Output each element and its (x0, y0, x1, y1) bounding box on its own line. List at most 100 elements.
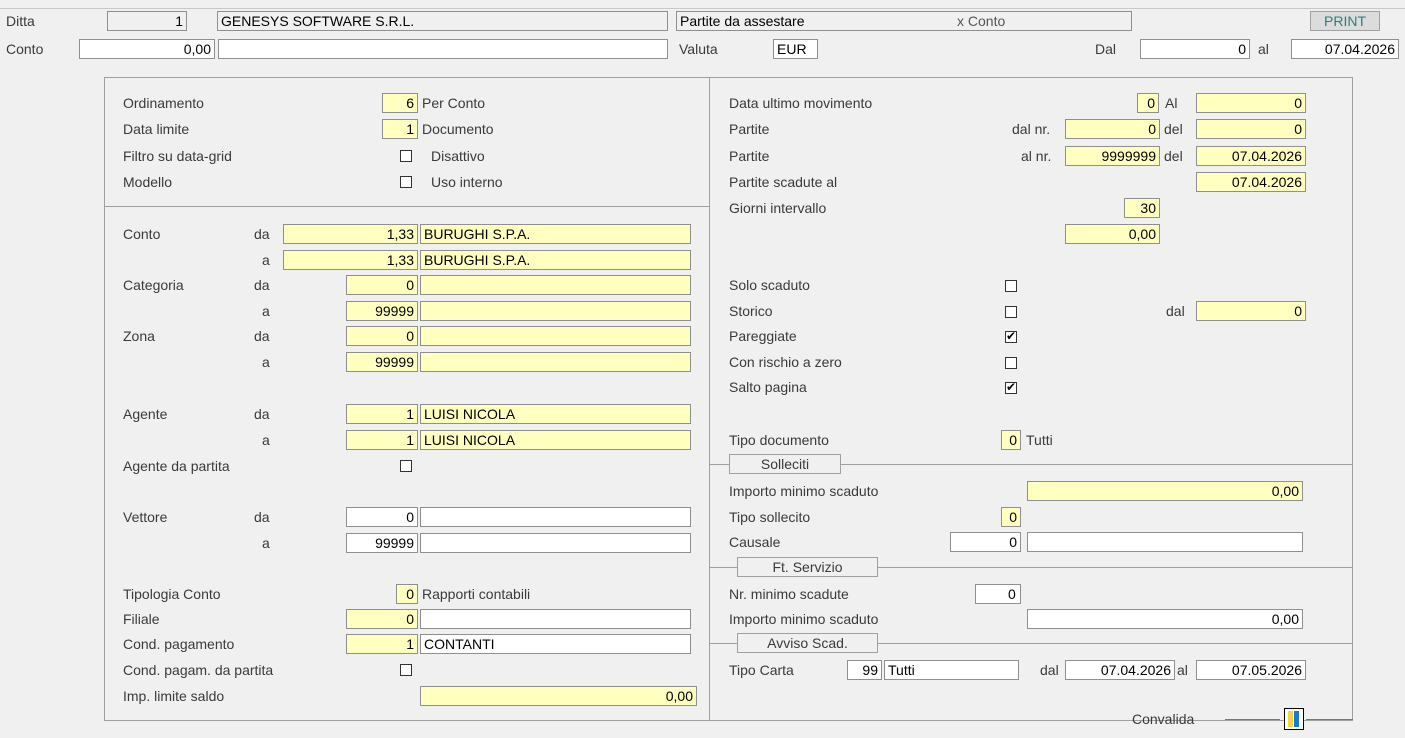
conto-to-name[interactable]: BURUGHI S.P.A. (420, 250, 691, 270)
data-ultimo-al-field[interactable]: 0 (1196, 93, 1306, 113)
storico-dal-field[interactable]: 0 (1196, 301, 1306, 321)
agente-to-field[interactable]: 1 (346, 430, 418, 450)
salto-checkbox[interactable]: ✔ (1005, 380, 1017, 394)
agente-to-name[interactable]: LUISI NICOLA (420, 430, 691, 450)
conto-field[interactable]: 0,00 (79, 39, 215, 59)
agente-partita-label: Agente da partita (123, 458, 230, 474)
dal-field[interactable]: 0 (1140, 39, 1250, 59)
categoria-a-label: a (262, 303, 270, 319)
categoria-to-field[interactable]: 99999 (346, 301, 418, 321)
cond-pag-partita-checkbox[interactable] (400, 664, 412, 676)
data-ultimo-al-label: Al (1165, 95, 1178, 111)
filtro-checkbox[interactable] (400, 150, 412, 162)
tipo-carta-label: Tipo Carta (729, 662, 794, 678)
valuta-field[interactable]: EUR (773, 39, 818, 59)
zona-to-name[interactable] (420, 352, 691, 372)
nr-min-field[interactable]: 0 (975, 584, 1021, 604)
vettore-label: Vettore (123, 509, 168, 525)
ordinamento-desc: Per Conto (422, 95, 486, 111)
partite-label-2: Partite (729, 148, 770, 164)
tipo-sollecito-field[interactable]: 0 (1001, 507, 1021, 527)
causale-field[interactable]: 0 (950, 532, 1021, 552)
filiale-label: Filiale (123, 611, 160, 627)
conto-from-name[interactable]: BURUGHI S.P.A. (420, 224, 691, 244)
cond-pag-partita-label: Cond. pagam. da partita (123, 662, 274, 678)
nr-min-label: Nr. minimo scadute (729, 586, 849, 602)
categoria-from-field[interactable]: 0 (346, 275, 418, 295)
tipo-carta-desc[interactable]: Tutti (884, 660, 1019, 680)
zona-from-name[interactable] (420, 326, 691, 346)
ditta-code-field[interactable]: 1 (107, 11, 187, 31)
rischio-checkbox[interactable] (1005, 357, 1017, 369)
tipo-sollecito-label: Tipo sollecito (729, 509, 811, 525)
causale-desc-field[interactable] (1027, 532, 1303, 552)
imp-min2-label: Importo minimo scaduto (729, 611, 879, 627)
print-button[interactable]: PRINT (1310, 11, 1380, 31)
del-label-1: del (1164, 121, 1183, 137)
conto-range-label: Conto (123, 226, 161, 242)
carta-dal-label: dal (1040, 662, 1059, 678)
storico-label: Storico (729, 303, 773, 319)
carta-al-field[interactable]: 07.05.2026 (1196, 660, 1306, 680)
data-limite-field[interactable]: 1 (382, 119, 418, 139)
conto-desc-field[interactable] (218, 39, 668, 59)
data-ultimo-field[interactable]: 0 (1137, 93, 1159, 113)
report-title-text: Partite da assestare (680, 13, 805, 29)
filiale-name[interactable] (420, 609, 691, 629)
storico-dal-label: dal (1166, 303, 1185, 319)
rischio-label: Con rischio a zero (729, 354, 842, 370)
tipologia-label: Tipologia Conto (123, 586, 221, 602)
imp-limite-field[interactable]: 0,00 (420, 686, 697, 706)
zona-to-field[interactable]: 99999 (346, 352, 418, 372)
vettore-to-field[interactable]: 99999 (346, 533, 418, 553)
importo-field[interactable]: 0,00 (1065, 224, 1160, 244)
del-2-field[interactable]: 07.04.2026 (1196, 146, 1306, 166)
vettore-from-field[interactable]: 0 (346, 507, 418, 527)
scadute-field[interactable]: 07.04.2026 (1196, 172, 1306, 192)
solo-scaduto-checkbox[interactable] (1005, 280, 1017, 292)
nr-min-value: 0 (1008, 586, 1016, 602)
vettore-from-name[interactable] (420, 507, 691, 527)
del-1-field[interactable]: 0 (1196, 119, 1306, 139)
categoria-to-name[interactable] (420, 301, 691, 321)
tipo-carta-field[interactable]: 99 (847, 660, 882, 680)
storico-checkbox[interactable] (1005, 306, 1017, 318)
modello-label: Modello (123, 174, 173, 190)
ditta-label: Ditta (6, 13, 35, 29)
agente-label: Agente (123, 406, 168, 422)
dal-label: Dal (1095, 41, 1117, 57)
giorni-field[interactable]: 30 (1124, 198, 1160, 218)
tipo-doc-field[interactable]: 0 (1001, 430, 1021, 450)
vettore-to-name[interactable] (420, 533, 691, 553)
imp-min-field[interactable]: 0,00 (1027, 481, 1303, 501)
tipo-doc-desc: Tutti (1026, 432, 1053, 448)
categoria-from-name[interactable] (420, 275, 691, 295)
conto-a-label: a (262, 252, 270, 268)
agente-from-name[interactable]: LUISI NICOLA (420, 404, 691, 424)
imp-min2-field[interactable]: 0,00 (1027, 609, 1303, 629)
dal-nr-field[interactable]: 0 (1065, 119, 1160, 139)
vettore-da-label: da (254, 509, 270, 525)
cond-pag-name[interactable]: CONTANTI (420, 634, 691, 654)
agente-partita-checkbox[interactable] (400, 460, 412, 472)
valuta-label: Valuta (679, 41, 718, 57)
agente-from-field[interactable]: 1 (346, 404, 418, 424)
convalida-button[interactable] (1284, 708, 1304, 730)
filtro-desc: Disattivo (431, 148, 485, 164)
al-nr-field[interactable]: 9999999 (1065, 146, 1160, 166)
modello-checkbox[interactable] (400, 176, 412, 188)
data-ultimo-label: Data ultimo movimento (729, 95, 873, 111)
ft-servizio-legend: Ft. Servizio (737, 557, 878, 577)
pareggiate-checkbox[interactable]: ✔ (1005, 329, 1017, 343)
scadute-label: Partite scadute al (729, 174, 838, 190)
cond-pag-field[interactable]: 1 (346, 634, 418, 654)
conto-from-field[interactable]: 1,33 (283, 224, 418, 244)
zona-from-field[interactable]: 0 (346, 326, 418, 346)
filtro-label: Filtro su data-grid (123, 148, 232, 164)
filiale-field[interactable]: 0 (346, 609, 418, 629)
carta-dal-field[interactable]: 07.04.2026 (1065, 660, 1175, 680)
ordinamento-field[interactable]: 6 (382, 93, 418, 113)
al-field[interactable]: 07.04.2026 (1291, 39, 1399, 59)
tipologia-field[interactable]: 0 (396, 584, 418, 604)
conto-to-field[interactable]: 1,33 (283, 250, 418, 270)
